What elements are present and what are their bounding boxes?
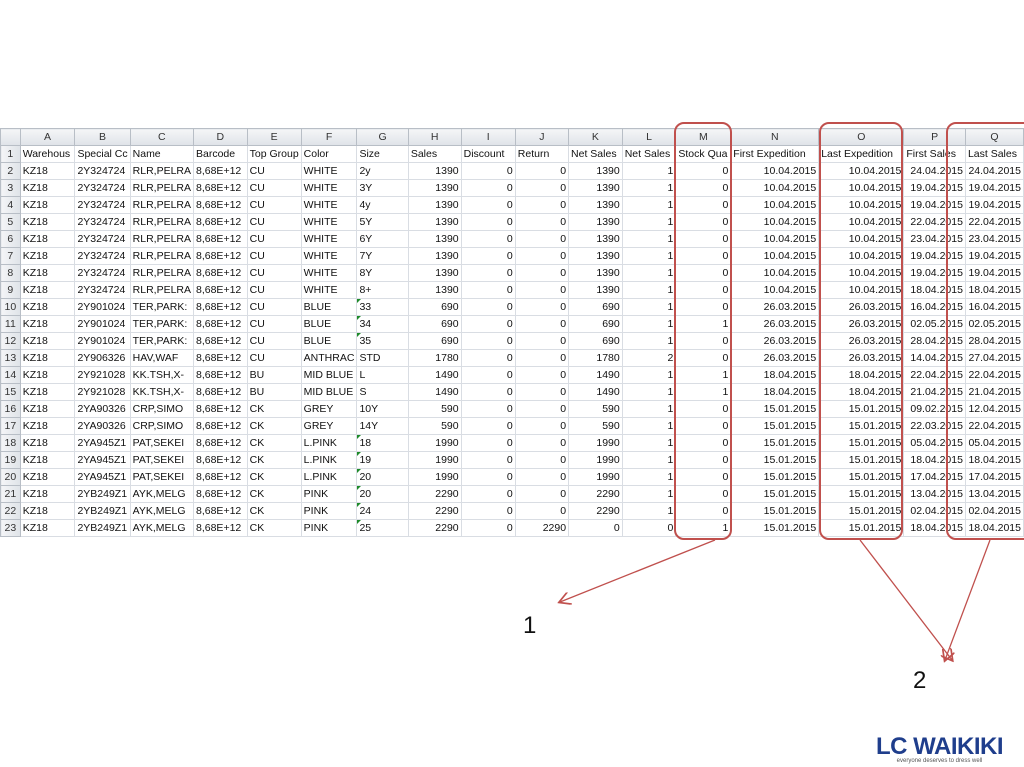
annotation-arrows [0, 539, 991, 767]
annotation-label-1: 1 [523, 612, 537, 639]
arrow-2b [945, 539, 991, 660]
arrow-1 [560, 539, 716, 602]
annotation-label-2: 2 [913, 667, 927, 694]
arrow-2a [859, 539, 952, 660]
lc-waikiki-logo: LC WAIKIKI everyone deserves to dress we… [876, 733, 1004, 765]
logo-text: LC WAIKIKI [876, 733, 1004, 760]
